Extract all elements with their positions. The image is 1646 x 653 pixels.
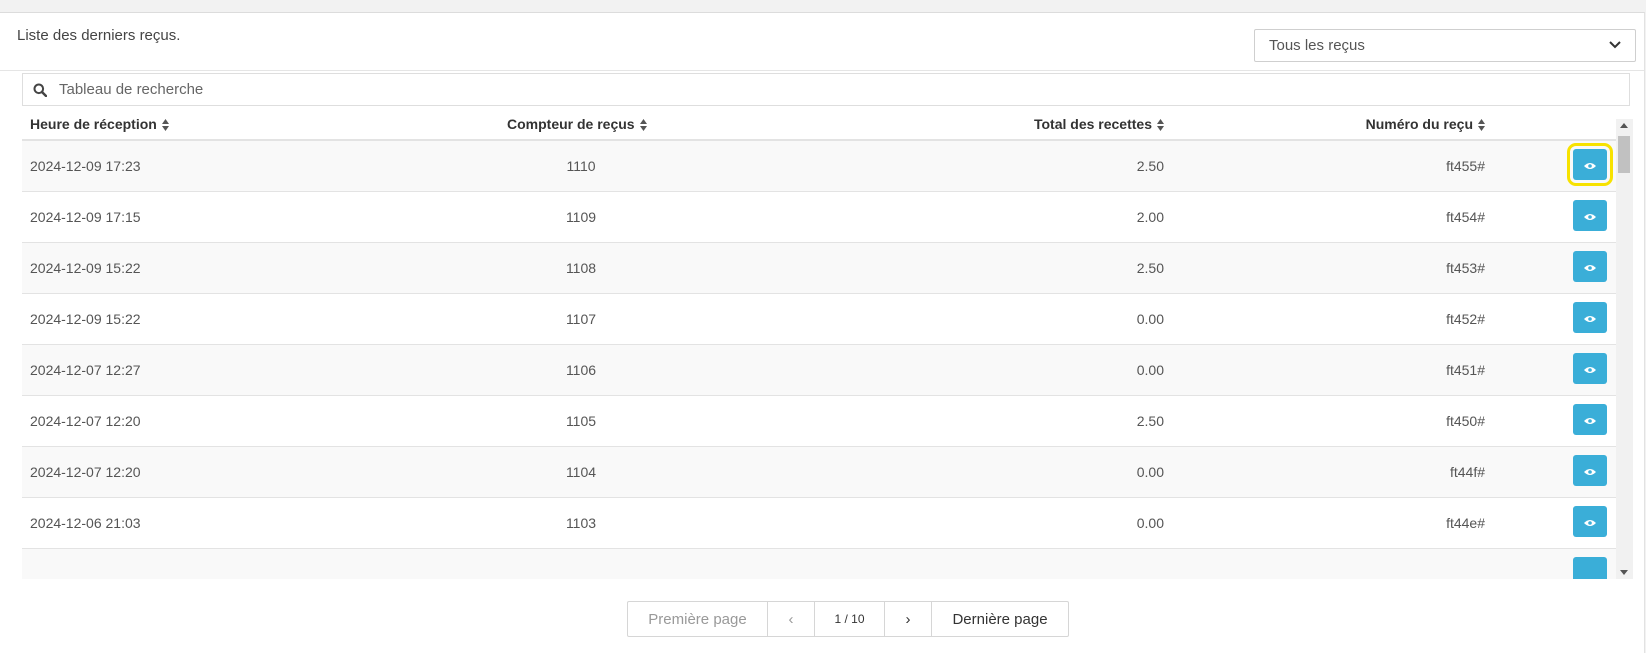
cell-counter: 1106 <box>565 362 597 378</box>
table-row: 2024-12-09 15:22 1107 0.00 ft452# <box>22 294 1619 345</box>
last-page-button[interactable]: Dernière page <box>932 602 1068 636</box>
cell-counter: 1109 <box>565 209 597 225</box>
eye-icon <box>1584 208 1596 224</box>
search-icon <box>23 83 57 97</box>
table-row: 2024-12-07 12:20 1104 0.00 ft44f# <box>22 447 1619 498</box>
search-input[interactable] <box>57 73 1629 106</box>
column-header-total[interactable]: Total des recettes <box>1034 116 1164 132</box>
cell-total: 2.50 <box>1136 158 1164 174</box>
cell-receipt-number: ft455# <box>1446 158 1485 174</box>
page-indicator: 1 / 10 <box>815 602 885 636</box>
next-page-button[interactable]: › <box>885 602 932 636</box>
cell-receipt-number: ft454# <box>1446 209 1485 225</box>
eye-icon <box>1584 310 1596 326</box>
cell-time: 2024-12-09 15:22 <box>30 311 141 327</box>
cell-counter: 1104 <box>565 464 597 480</box>
cell-time: 2024-12-07 12:20 <box>30 413 141 429</box>
view-receipt-button[interactable] <box>1573 506 1607 537</box>
view-receipt-button[interactable] <box>1573 455 1607 486</box>
receipt-filter-select[interactable]: Tous les reçus <box>1254 29 1636 62</box>
search-bar <box>22 73 1630 106</box>
cell-total: 2.50 <box>1136 260 1164 276</box>
eye-icon <box>1584 157 1596 173</box>
view-receipt-button[interactable] <box>1573 302 1607 333</box>
scroll-down-icon[interactable] <box>1620 570 1628 575</box>
eye-icon <box>1584 412 1596 428</box>
panel-title: Liste des derniers reçus. <box>17 27 181 44</box>
cell-receipt-number: ft453# <box>1446 260 1485 276</box>
cell-time: 2024-12-09 17:23 <box>30 158 141 174</box>
column-header-time[interactable]: Heure de réception <box>30 116 169 132</box>
cell-counter: 1105 <box>565 413 597 429</box>
cell-counter: 1110 <box>566 158 596 174</box>
table-row: 2024-12-09 15:22 1108 2.50 ft453# <box>22 243 1619 294</box>
view-receipt-button[interactable] <box>1573 404 1607 435</box>
cell-total: 2.00 <box>1136 209 1164 225</box>
cell-total: 0.00 <box>1136 311 1164 327</box>
table-row: 2024-12-07 12:20 1105 2.50 ft450# <box>22 396 1619 447</box>
filter-selected-value: Tous les reçus <box>1269 37 1365 54</box>
cell-time: 2024-12-07 12:20 <box>30 464 141 480</box>
eye-icon <box>1584 463 1596 479</box>
eye-icon <box>1584 259 1596 275</box>
table-row: 2024-12-09 17:23 1110 2.50 ft455# <box>22 141 1619 192</box>
cell-receipt-number: ft450# <box>1446 413 1485 429</box>
cell-total: 0.00 <box>1136 515 1164 531</box>
prev-page-button[interactable]: ‹ <box>768 602 815 636</box>
sort-icon <box>639 118 647 131</box>
cell-time: 2024-12-06 21:03 <box>30 515 141 531</box>
sort-icon <box>1478 118 1485 131</box>
pagination: Première page ‹ 1 / 10 › Dernière page <box>627 601 1069 637</box>
table-row: 2024-12-06 21:03 1103 0.00 ft44e# <box>22 498 1619 549</box>
column-header-counter[interactable]: Compteur de reçus <box>507 116 647 132</box>
cell-counter: 1107 <box>565 311 597 327</box>
scroll-up-icon[interactable] <box>1620 123 1628 128</box>
cell-receipt-number: ft451# <box>1446 362 1485 378</box>
cell-time: 2024-12-09 15:22 <box>30 260 141 276</box>
cell-total: 2.50 <box>1136 413 1164 429</box>
panel-header: Liste des derniers reçus. Tous les reçus <box>0 13 1644 71</box>
table-header: Heure de réception Compteur de reçus Tot… <box>22 107 1619 141</box>
first-page-button[interactable]: Première page <box>628 602 768 636</box>
view-receipt-button[interactable] <box>1573 557 1607 579</box>
column-header-number[interactable]: Numéro du reçu <box>1366 116 1485 132</box>
cell-total: 0.00 <box>1136 464 1164 480</box>
table-row-partial <box>22 549 1619 579</box>
chevron-down-icon <box>1609 40 1621 52</box>
sort-icon <box>161 118 169 131</box>
cell-time: 2024-12-09 17:15 <box>30 209 141 225</box>
view-receipt-button[interactable] <box>1567 143 1613 186</box>
cell-receipt-number: ft44e# <box>1446 515 1485 531</box>
receipts-table: Heure de réception Compteur de reçus Tot… <box>22 107 1639 579</box>
scrollbar-thumb[interactable] <box>1618 136 1630 173</box>
cell-total: 0.00 <box>1136 362 1164 378</box>
cell-receipt-number: ft452# <box>1446 311 1485 327</box>
table-row: 2024-12-07 12:27 1106 0.00 ft451# <box>22 345 1619 396</box>
cell-counter: 1108 <box>565 260 597 276</box>
view-receipt-button[interactable] <box>1573 353 1607 384</box>
table-scrollbar[interactable] <box>1616 119 1633 579</box>
sort-icon <box>1157 118 1164 131</box>
view-receipt-button[interactable] <box>1573 251 1607 282</box>
table-body: 2024-12-09 17:23 1110 2.50 ft455# 2024-1… <box>22 141 1619 579</box>
eye-icon <box>1584 361 1596 377</box>
table-row: 2024-12-09 17:15 1109 2.00 ft454# <box>22 192 1619 243</box>
cell-time: 2024-12-07 12:27 <box>30 362 141 378</box>
view-receipt-button[interactable] <box>1573 200 1607 231</box>
eye-icon <box>1584 514 1596 530</box>
cell-counter: 1103 <box>565 515 597 531</box>
cell-receipt-number: ft44f# <box>1449 464 1485 480</box>
